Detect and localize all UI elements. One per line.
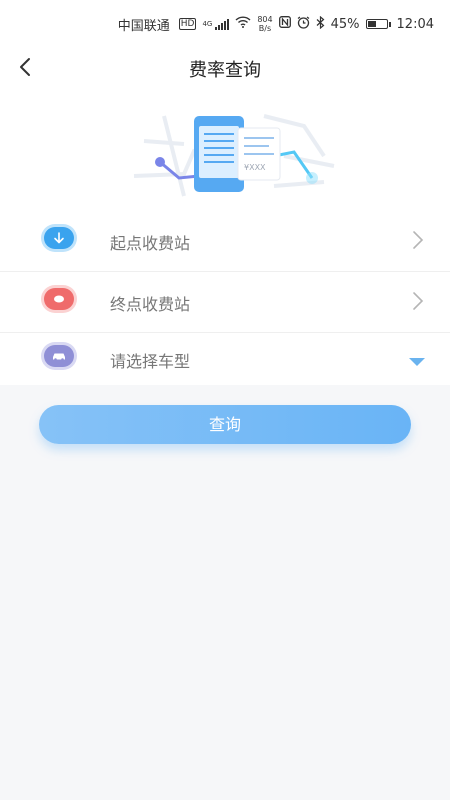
vehicle-type-select[interactable]: 请选择车型 [0,328,450,388]
battery-percent: 45% [330,16,360,32]
carrier-label: 中国联通 [117,18,170,34]
battery-icon [365,19,391,29]
speed-unit: B/s [258,24,272,33]
start-station-label: 起点收费站 [110,234,191,253]
caret-down-icon [408,352,426,371]
network-speed: 804 B/s [257,15,272,33]
receipt-amount: ¥XXX [244,163,266,172]
chevron-right-icon [412,230,424,254]
bluetooth-icon [316,15,325,33]
wifi-icon [235,16,251,32]
status-bar: 中国联通 HD 4G 804 B/s 45% 12:04 [0,0,450,48]
car-icon [44,345,74,367]
end-station-label: 终点收费站 [110,295,191,314]
nav-bar: 费率查询 [0,48,450,88]
network-type-label: 4G [202,20,213,28]
speed-value: 804 [257,15,273,24]
clock: 12:04 [396,16,434,32]
end-station-row[interactable]: 终点收费站 [0,271,450,331]
nfc-icon [278,16,291,32]
vehicle-type-label: 请选择车型 [110,352,191,371]
start-station-row[interactable]: 起点收费站 [0,210,450,270]
alarm-icon [297,16,310,33]
stop-circle-icon [44,288,74,310]
chevron-right-icon [412,291,424,315]
signal-icon: 4G [202,18,230,30]
query-button[interactable]: 查询 [39,405,411,444]
page-title: 费率查询 [189,60,261,81]
arrow-down-circle-icon [44,227,74,249]
hd-icon: HD [178,18,197,30]
toll-rate-illustration: ¥XXX [124,96,344,214]
